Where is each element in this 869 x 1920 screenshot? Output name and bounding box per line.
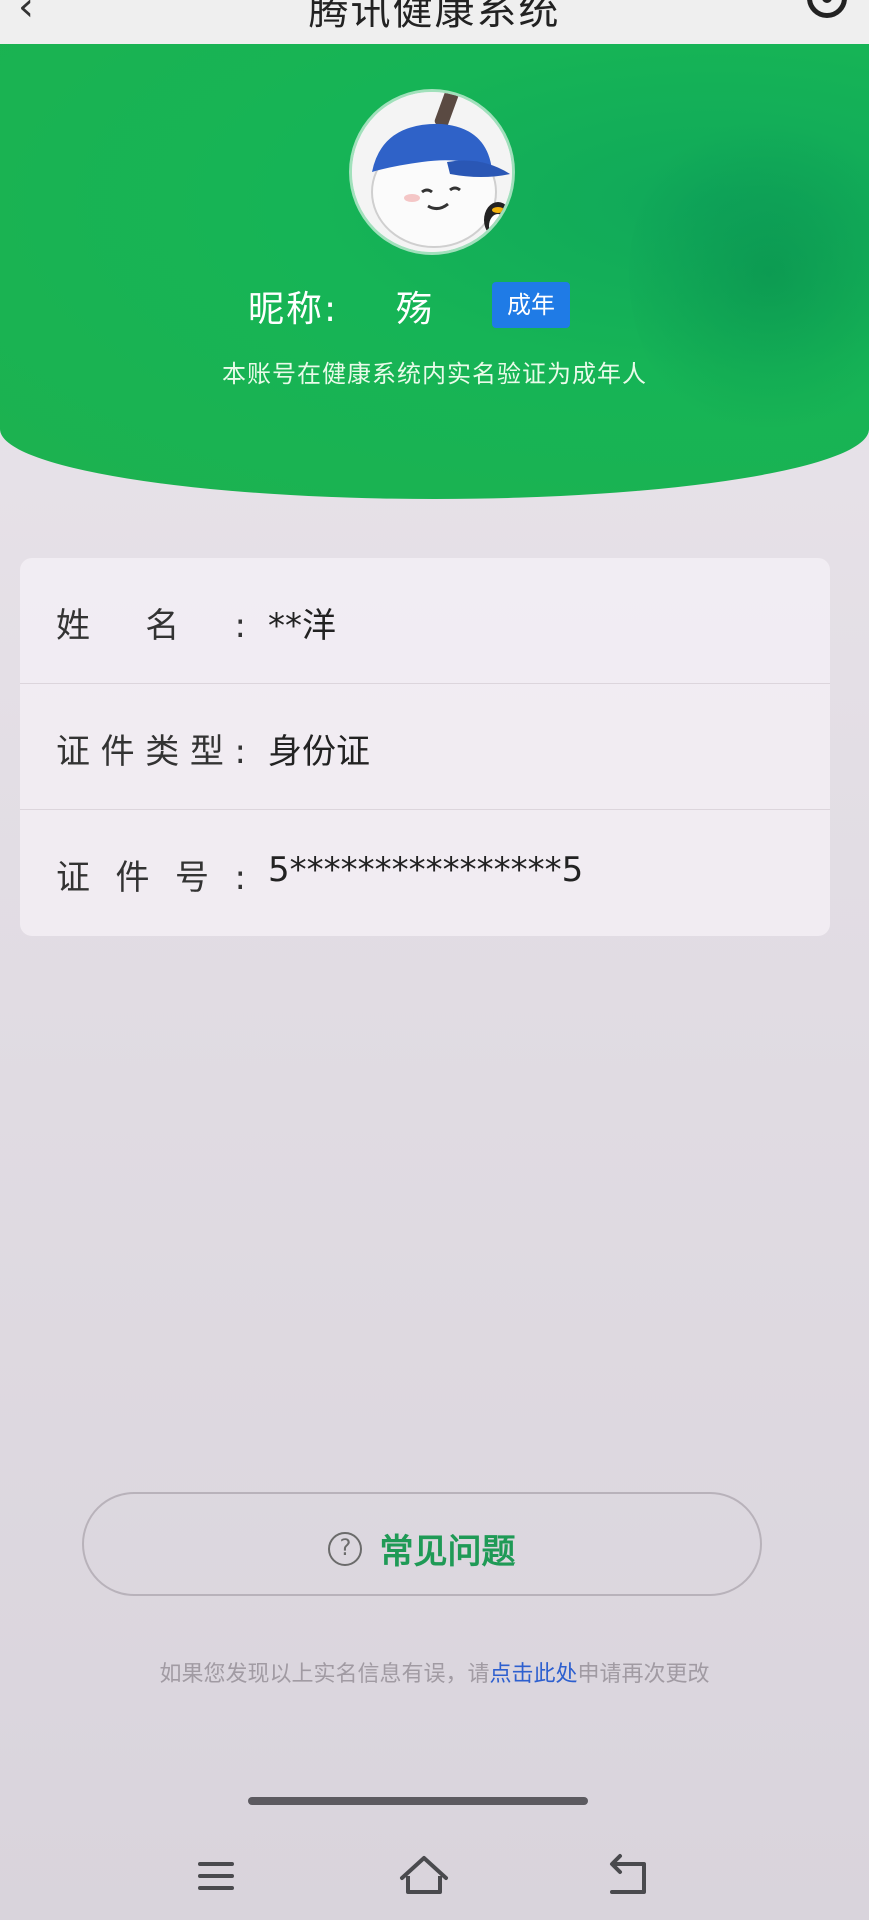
id-number-value: 5****************5 — [268, 850, 584, 890]
verification-note: 本账号在健康系统内实名验证为成年人 — [222, 360, 647, 388]
id-number-label: 证件号: — [56, 858, 246, 898]
home-indicator[interactable] — [248, 1797, 588, 1805]
adult-badge: 成年 — [492, 282, 570, 328]
faq-button-content: ? 常见问题 — [84, 1524, 760, 1572]
nickname-label: 昵称: — [248, 289, 339, 330]
info-row-name: 姓名: **洋 — [20, 558, 830, 684]
nickname-value: 殇 — [396, 289, 433, 330]
home-icon[interactable] — [394, 1846, 454, 1906]
footnote-suffix: 申请再次更改 — [577, 1662, 710, 1687]
name-value: **洋 — [268, 606, 336, 646]
info-row-id-type: 证件类型: 身份证 — [20, 684, 830, 810]
faq-label: 常见问题 — [379, 1532, 516, 1572]
profile-header: 昵称: 殇 成年 本账号在健康系统内实名验证为成年人 — [0, 44, 869, 499]
footnote-prefix: 如果您发现以上实名信息有误，请 — [159, 1662, 490, 1687]
header-decoration — [629, 104, 869, 444]
faq-button[interactable]: ? 常见问题 — [82, 1492, 762, 1596]
id-type-value: 身份证 — [268, 732, 370, 772]
question-circle-icon: ? — [328, 1531, 363, 1566]
top-nav-bar: ‹ 腾讯健康系统 — [0, 0, 869, 46]
name-label: 姓名: — [56, 606, 246, 646]
info-row-id-number: 证件号: 5****************5 — [20, 810, 830, 936]
correction-footnote: 如果您发现以上实名信息有误，请点击此处申请再次更改 — [0, 1656, 869, 1688]
avatar — [352, 92, 512, 252]
menu-icon[interactable] — [186, 1846, 246, 1906]
back-icon[interactable] — [600, 1846, 660, 1906]
avatar-illustration — [352, 92, 512, 252]
system-nav-bar — [0, 1836, 869, 1920]
nickname-row: 昵称: 殇 成年 — [0, 276, 869, 332]
screen: ‹ 腾讯健康系统 昵称: 殇 成年 本账号在健康系统内实名验证为成年人 姓名: … — [0, 0, 869, 1920]
correction-link[interactable]: 点击此处 — [489, 1662, 577, 1687]
page-title: 腾讯健康系统 — [308, 0, 561, 34]
id-type-label: 证件类型: — [56, 732, 246, 772]
identity-info-card: 姓名: **洋 证件类型: 身份证 证件号: 5****************… — [20, 558, 830, 936]
